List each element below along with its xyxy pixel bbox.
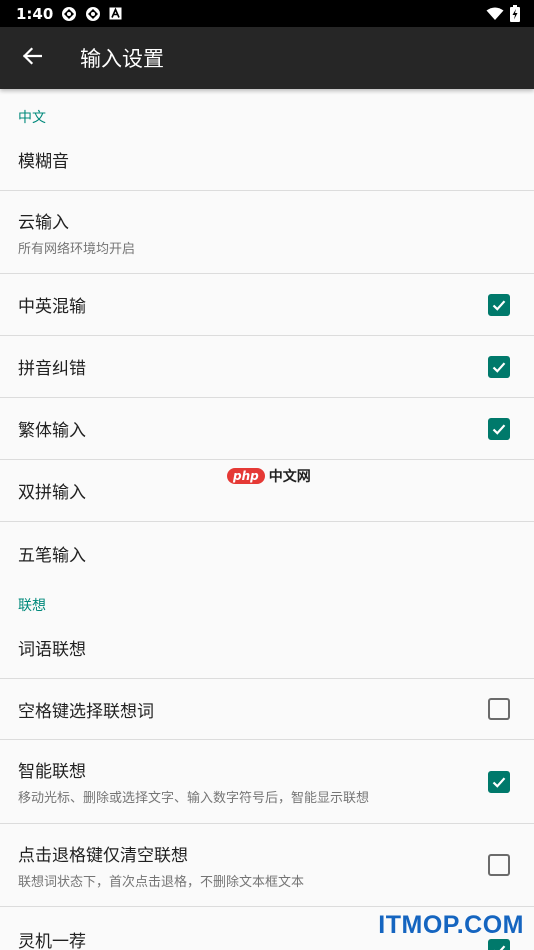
section-header-chinese: 中文: [18, 110, 46, 126]
back-button[interactable]: [0, 27, 64, 89]
setting-title: 智能联想: [18, 762, 86, 782]
page-title: 输入设置: [80, 47, 164, 71]
setting-smart-association[interactable]: 智能联想 移动光标、删除或选择文字、输入数字符号后，智能显示联想: [0, 740, 534, 824]
setting-double-pinyin[interactable]: 双拼输入: [0, 460, 534, 522]
check-icon: [492, 423, 506, 435]
checkbox-checked[interactable]: [488, 293, 510, 316]
setting-title: 拼音纠错: [18, 359, 86, 379]
setting-space-select-association[interactable]: 空格键选择联想词: [0, 679, 534, 740]
checkbox-checked[interactable]: [488, 770, 510, 793]
setting-traditional-input[interactable]: 繁体输入: [0, 398, 534, 460]
setting-summary: 移动光标、删除或选择文字、输入数字符号后，智能显示联想: [18, 791, 370, 806]
setting-word-association[interactable]: 词语联想: [0, 616, 534, 679]
checkbox-unchecked[interactable]: [488, 698, 510, 720]
app-notification-icon: [85, 6, 101, 22]
settings-list[interactable]: 中文 模糊音 云输入 所有网络环境均开启 中英混输 拼音纠错 繁体输入 双拼输入…: [0, 89, 534, 950]
check-icon: [492, 361, 506, 373]
setting-title: 模糊音: [18, 152, 69, 172]
setting-pinyin-correction[interactable]: 拼音纠错: [0, 336, 534, 398]
setting-title: 双拼输入: [18, 483, 86, 503]
check-icon: [492, 776, 506, 788]
check-icon: [492, 299, 506, 311]
setting-title: 词语联想: [18, 639, 86, 660]
check-icon: [493, 945, 506, 950]
setting-fuzzy-pinyin[interactable]: 模糊音: [0, 129, 534, 191]
setting-inspiration-recommend[interactable]: 灵机一荐: [0, 907, 534, 950]
setting-mixed-input[interactable]: 中英混输: [0, 274, 534, 336]
setting-cloud-input[interactable]: 云输入 所有网络环境均开启: [0, 191, 534, 274]
section-header-association: 联想: [18, 598, 46, 614]
setting-title: 中英混输: [18, 297, 86, 317]
setting-backspace-clear-association[interactable]: 点击退格键仅清空联想 联想词状态下，首次点击退格，不删除文本框文本: [0, 824, 534, 907]
status-bar: 1:40: [0, 0, 534, 27]
setting-title: 灵机一荐: [18, 932, 86, 950]
wifi-icon: [486, 7, 504, 21]
status-time: 1:40: [16, 4, 54, 23]
checkbox-checked[interactable]: [488, 939, 510, 950]
setting-title: 五笔输入: [18, 545, 86, 566]
app-bar: 输入设置: [0, 27, 534, 89]
checkbox-unchecked[interactable]: [488, 854, 510, 876]
setting-title: 点击退格键仅清空联想: [18, 845, 188, 866]
arrow-back-icon: [22, 46, 43, 70]
setting-summary: 联想词状态下，首次点击退格，不删除文本框文本: [18, 874, 305, 890]
setting-title: 繁体输入: [18, 421, 86, 441]
checkbox-checked[interactable]: [488, 355, 510, 378]
app-notification-icon: [61, 6, 77, 22]
a-notification-icon: [109, 7, 122, 20]
setting-wubi-input[interactable]: 五笔输入: [0, 522, 534, 584]
setting-title: 云输入: [18, 212, 69, 233]
setting-title: 空格键选择联想词: [18, 701, 154, 722]
checkbox-checked[interactable]: [488, 417, 510, 440]
battery-icon: [510, 5, 520, 22]
setting-summary: 所有网络环境均开启: [18, 241, 136, 257]
